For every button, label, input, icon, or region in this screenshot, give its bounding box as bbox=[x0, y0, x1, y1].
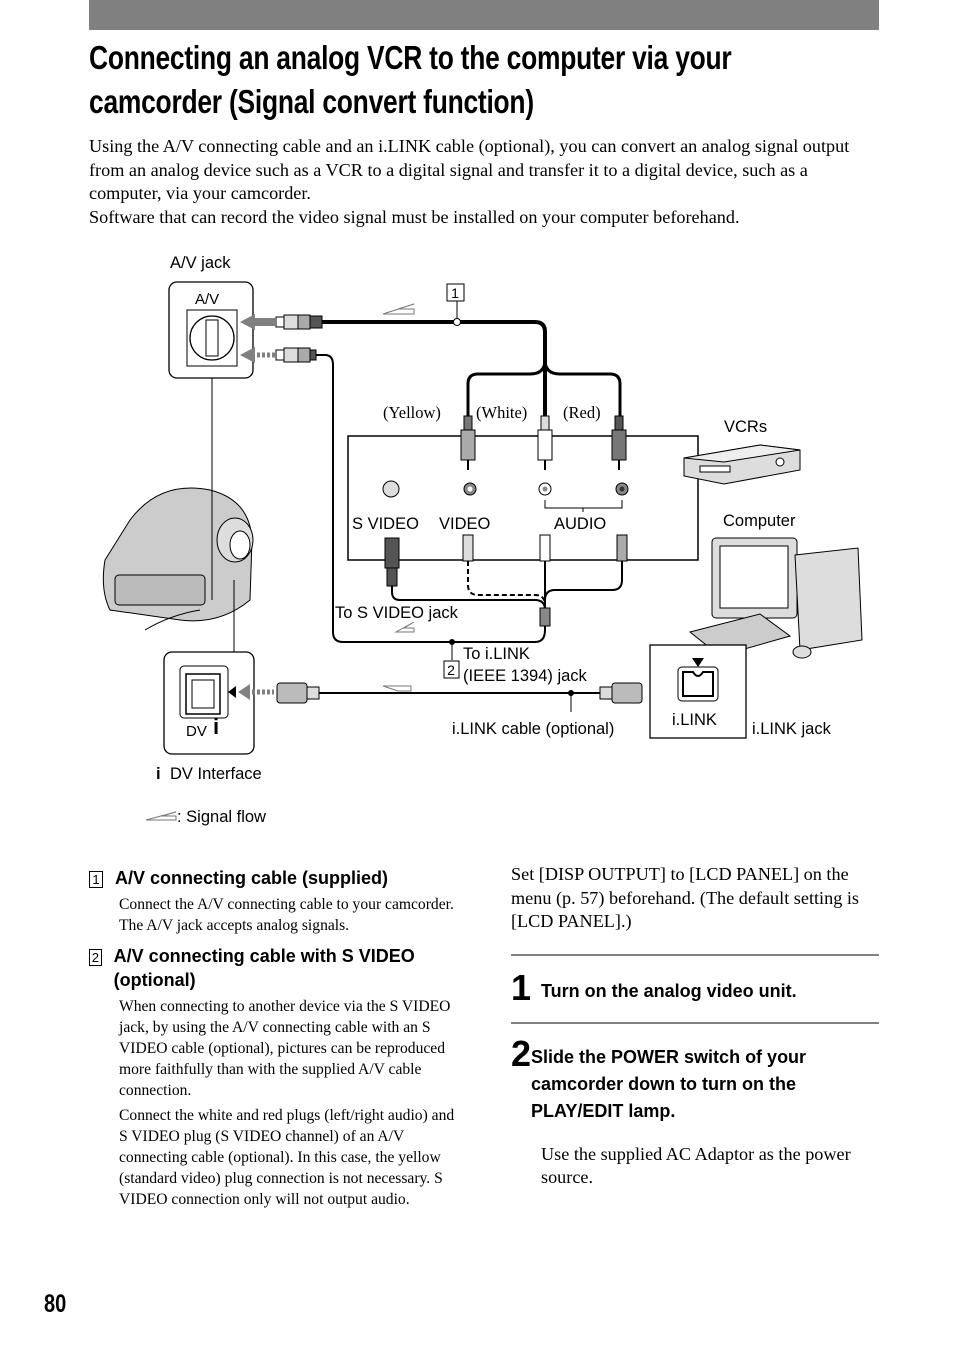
video-label: VIDEO bbox=[439, 515, 491, 533]
step-text: Turn on the analog video unit. bbox=[541, 980, 797, 1001]
s-video-label: S VIDEO bbox=[352, 515, 419, 533]
intro-paragraph: Software that can record the video signa… bbox=[89, 206, 740, 227]
ilink-logo-icon: i bbox=[213, 714, 220, 739]
vcr-icon bbox=[683, 444, 801, 485]
connection-diagram: 1 2 bbox=[102, 281, 863, 821]
av-jack-label: A/V jack bbox=[170, 254, 231, 272]
title-line-2: camcorder (Signal convert function) bbox=[89, 83, 534, 120]
ieee-1394-jack-label: (IEEE 1394) jack bbox=[463, 667, 587, 685]
svideo-plug-icon bbox=[275, 347, 317, 363]
step-number: 2 bbox=[511, 1032, 532, 1074]
item-2: 2 A/V connecting cable with S VIDEO (opt… bbox=[89, 944, 459, 1210]
page-number: 80 bbox=[44, 1290, 67, 1318]
callout-2: 2 bbox=[447, 662, 455, 678]
ilink-jack-label: i.LINK jack bbox=[752, 720, 831, 738]
svideo-plug-bottom-icon bbox=[384, 537, 400, 569]
audio-label: AUDIO bbox=[554, 515, 607, 533]
red-label: (Red) bbox=[563, 403, 601, 422]
divider bbox=[511, 1021, 879, 1024]
intro-text: Using the A/V connecting cable and an i.… bbox=[89, 135, 879, 229]
av-port-label: A/V bbox=[195, 291, 220, 308]
to-s-video-jack-label: To S VIDEO jack bbox=[335, 604, 458, 622]
dv-jack-icon bbox=[163, 651, 255, 755]
dv-port-label: DV bbox=[186, 723, 207, 740]
cable-notes: 1 A/V connecting cable (supplied) Connec… bbox=[89, 866, 459, 1214]
intro-paragraph: Using the A/V connecting cable and an i.… bbox=[89, 136, 850, 203]
vcrs-label: VCRs bbox=[724, 418, 768, 436]
item-number-box: 1 bbox=[89, 871, 103, 888]
vcr-panel bbox=[347, 435, 699, 561]
item-paragraph: Connect the A/V connecting cable to your… bbox=[119, 896, 454, 934]
white-label: (White) bbox=[476, 403, 528, 422]
step-body: Use the supplied AC Adaptor as the power… bbox=[541, 1143, 851, 1188]
page-title: Connecting an analog VCR to the computer… bbox=[89, 36, 732, 124]
svideo-jack-icon bbox=[382, 480, 400, 498]
item-paragraph: When connecting to another device via th… bbox=[119, 998, 451, 1099]
disp-output-note: Set [DISP OUTPUT] to [LCD PANEL] on the … bbox=[511, 864, 859, 931]
item-number-box: 2 bbox=[89, 949, 102, 966]
ilink-port-label: i.LINK bbox=[672, 711, 717, 729]
yellow-label: (Yellow) bbox=[383, 403, 441, 422]
item-heading: A/V connecting cable (supplied) bbox=[115, 868, 389, 888]
title-line-1: Connecting an analog VCR to the computer… bbox=[89, 39, 732, 76]
divider bbox=[511, 953, 879, 956]
step-text: Slide the POWER switch of your camcorder… bbox=[531, 1046, 807, 1121]
step-2: 2 Slide the POWER switch of your camcord… bbox=[511, 1032, 879, 1125]
item-heading: A/V connecting cable with S VIDEO (optio… bbox=[113, 946, 415, 990]
av-plug-icon bbox=[275, 314, 323, 330]
signal-flow-label: : Signal flow bbox=[177, 808, 266, 826]
procedure: Set [DISP OUTPUT] to [LCD PANEL] on the … bbox=[511, 863, 879, 1190]
dv-interface-label: DV Interface bbox=[170, 765, 262, 783]
camcorder-icon bbox=[102, 487, 254, 631]
item-1: 1 A/V connecting cable (supplied) Connec… bbox=[89, 866, 459, 936]
step-1: 1 Turn on the analog video unit. bbox=[511, 966, 879, 1008]
step-number: 1 bbox=[511, 966, 532, 1008]
item-paragraph: Connect the white and red plugs (left/ri… bbox=[119, 1107, 455, 1208]
ilink-cable-label: i.LINK cable (optional) bbox=[452, 720, 615, 738]
header-bar bbox=[89, 0, 879, 30]
computer-icon bbox=[688, 537, 863, 659]
signal-flow-arrow-icon bbox=[145, 811, 177, 821]
computer-label: Computer bbox=[723, 512, 796, 530]
ilink-logo-icon: i bbox=[156, 765, 161, 783]
callout-1: 1 bbox=[451, 285, 459, 301]
to-ilink-label: To i.LINK bbox=[463, 645, 530, 663]
